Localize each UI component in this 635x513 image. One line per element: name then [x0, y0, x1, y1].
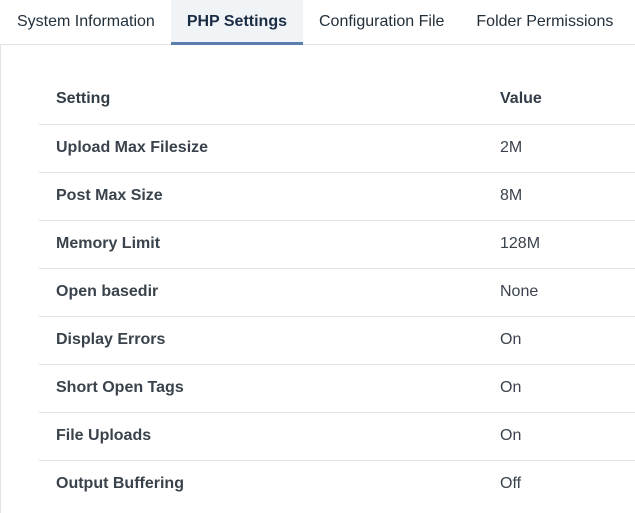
setting-name: Memory Limit — [39, 220, 483, 269]
table-row: Short Open Tags On — [39, 364, 635, 413]
setting-name: Output Buffering — [56, 475, 184, 493]
table-row: Open basedir None — [39, 268, 635, 317]
table-row: Output Buffering Off — [39, 460, 635, 508]
setting-name: Display Errors — [39, 316, 483, 365]
setting-value: 2M — [483, 124, 635, 173]
setting-name: Upload Max Filesize — [39, 124, 483, 173]
setting-value: 128M — [483, 220, 635, 269]
tab-configuration-file[interactable]: Configuration File — [303, 0, 460, 44]
setting-value: On — [483, 316, 635, 365]
setting-value: On — [483, 412, 635, 461]
setting-name: Short Open Tags — [39, 364, 483, 413]
tab-bar: System Information PHP Settings Configur… — [0, 0, 635, 45]
table-row: Upload Max Filesize 2M — [39, 124, 635, 173]
php-settings-table: Setting Value Upload Max Filesize 2M Pos… — [39, 75, 635, 508]
table-header-row: Setting Value — [39, 75, 635, 125]
column-header-value: Value — [483, 75, 635, 125]
setting-value: None — [483, 268, 635, 317]
column-header-setting: Setting — [39, 75, 483, 125]
setting-value: Off — [500, 475, 522, 493]
table-row: Memory Limit 128M — [39, 220, 635, 269]
table-row: File Uploads On — [39, 412, 635, 461]
table-row: Display Errors On — [39, 316, 635, 365]
setting-value: 8M — [483, 172, 635, 221]
tab-php-settings[interactable]: PHP Settings — [170, 0, 303, 45]
setting-name: Post Max Size — [39, 172, 483, 221]
tab-system-information[interactable]: System Information — [0, 0, 171, 44]
table-row: Post Max Size 8M — [39, 172, 635, 221]
tab-folder-permissions[interactable]: Folder Permissions — [460, 0, 629, 44]
setting-name: File Uploads — [39, 412, 483, 461]
setting-name: Open basedir — [39, 268, 483, 317]
setting-value: On — [483, 364, 635, 413]
php-settings-panel: Setting Value Upload Max Filesize 2M Pos… — [0, 45, 635, 513]
